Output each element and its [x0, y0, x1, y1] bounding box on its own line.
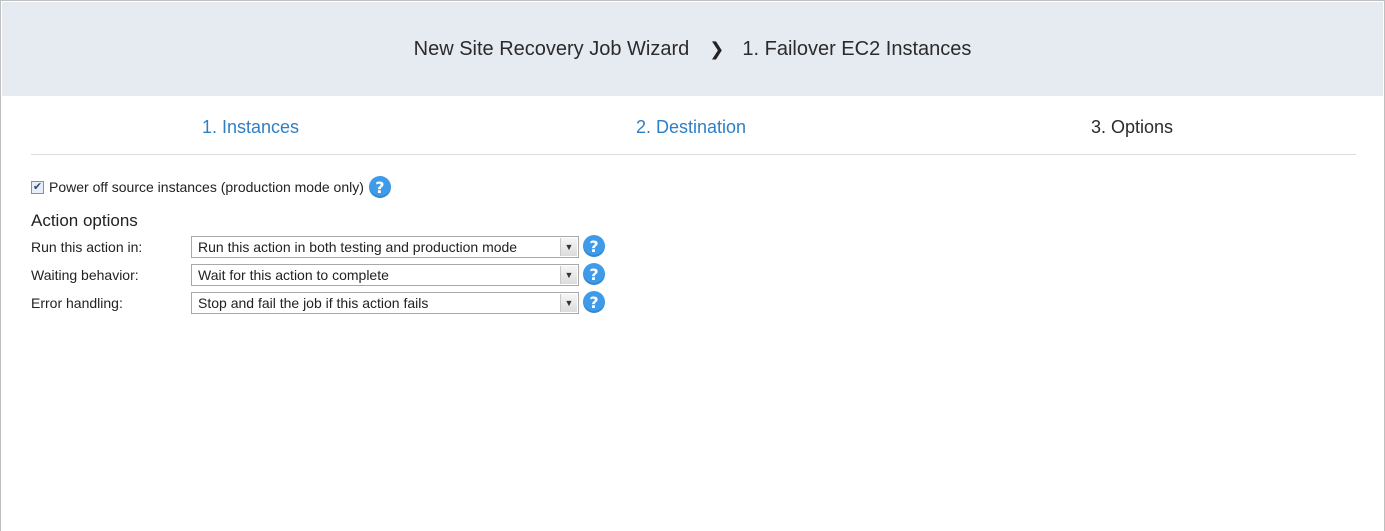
chevron-down-icon[interactable]: ▼	[560, 238, 577, 256]
help-icon[interactable]: ?	[583, 235, 605, 257]
wizard-title: New Site Recovery Job Wizard	[413, 37, 690, 60]
action-options-title: Action options	[31, 211, 138, 230]
error-handling-select[interactable]: Stop and fail the job if this action fai…	[191, 292, 579, 314]
error-handling-row: Error handling: Stop and fail the job if…	[31, 291, 631, 314]
power-off-label[interactable]: Power off source instances (production m…	[49, 179, 364, 195]
waiting-behavior-row: Waiting behavior: Wait for this action t…	[31, 263, 631, 286]
check-icon: ✔	[32, 180, 43, 193]
wizard-window: New Site Recovery Job Wizard ❯ 1. Failov…	[0, 0, 1385, 531]
wizard-steps: 1. Instances 2. Destination 3. Options	[31, 97, 1356, 155]
power-off-checkbox[interactable]: ✔	[31, 180, 44, 194]
run-action-in-row: Run this action in: Run this action in b…	[31, 235, 631, 258]
run-action-in-label: Run this action in:	[31, 239, 143, 255]
help-icon[interactable]: ?	[368, 176, 391, 198]
power-off-row: ✔ Power off source instances (production…	[31, 173, 391, 201]
step-options: 3. Options	[1091, 117, 1174, 137]
wizard-header: New Site Recovery Job Wizard ❯ 1. Failov…	[2, 2, 1383, 96]
waiting-behavior-select[interactable]: Wait for this action to complete ▼	[191, 264, 579, 286]
run-action-in-value: Run this action in both testing and prod…	[198, 239, 518, 255]
help-icon[interactable]: ?	[583, 263, 605, 285]
chevron-down-icon[interactable]: ▼	[560, 294, 577, 312]
chevron-down-icon[interactable]: ▼	[560, 266, 577, 284]
step-instances[interactable]: 1. Instances	[202, 117, 299, 138]
run-action-in-select[interactable]: Run this action in both testing and prod…	[191, 236, 579, 258]
error-handling-value: Stop and fail the job if this action fai…	[198, 295, 429, 311]
current-page-title: 1. Failover EC2 Instances	[742, 37, 972, 60]
waiting-behavior-value: Wait for this action to complete	[198, 267, 389, 283]
help-icon[interactable]: ?	[583, 291, 605, 313]
breadcrumb-chevron-icon: ❯	[709, 38, 725, 59]
error-handling-label: Error handling:	[31, 295, 123, 311]
waiting-behavior-label: Waiting behavior:	[31, 267, 139, 283]
step-destination[interactable]: 2. Destination	[636, 117, 746, 138]
